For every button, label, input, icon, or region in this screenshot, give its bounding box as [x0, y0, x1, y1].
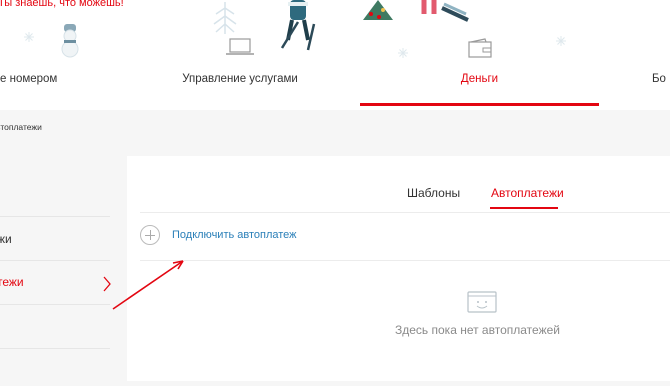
divider [140, 260, 670, 261]
add-autopayment-button[interactable]: Подключить автоплатеж [140, 224, 297, 246]
snowflake-icon [24, 32, 34, 42]
laptop-icon [226, 38, 254, 55]
snowman-icon [61, 24, 79, 58]
chevron-right-icon [103, 276, 111, 292]
header-banner: Ты знаешь, что можешь! е номером Управле… [0, 0, 670, 110]
plus-icon [140, 225, 160, 245]
sidebar-divider [0, 216, 110, 217]
sidebar-divider [0, 260, 110, 261]
autopayments-panel: Шаблоны Автоплатежи Подключить автоплате… [127, 156, 670, 381]
active-tab-indicator [360, 103, 599, 106]
skier-illustration-icon [280, 0, 316, 51]
nav-tab-label: Деньги [460, 73, 499, 85]
breadcrumb[interactable]: втоплатежи [0, 122, 42, 132]
nav-tab-label: Управление услугами [182, 73, 298, 85]
tab-templates[interactable]: Шаблоны [407, 186, 460, 200]
sidebar-item-autopayments[interactable]: тежи [0, 275, 24, 289]
sidebar-divider [0, 304, 110, 305]
wallet-icon [467, 38, 492, 58]
nav-tab-label: е номером [0, 73, 58, 85]
nav-tab-services[interactable]: Управление услугами [160, 38, 320, 100]
sled-illustration-icon [421, 0, 469, 22]
empty-state-text: Здесь пока нет автоплатежей [395, 323, 560, 337]
snowflake-icon [556, 36, 566, 46]
nav-tab-number[interactable]: е номером [0, 60, 80, 100]
tab-autopayments[interactable]: Автоплатежи [491, 186, 564, 200]
add-autopayment-label: Подключить автоплатеж [172, 229, 297, 241]
nav-tab-label: Бо [652, 73, 666, 85]
nav-tab-bonus[interactable]: Бо [652, 60, 670, 100]
nav-tab-money[interactable]: Деньги [360, 38, 599, 100]
sidebar-divider [0, 348, 110, 349]
sidebar-item-payments[interactable]: жи [0, 232, 12, 246]
active-subtab-indicator [490, 207, 558, 209]
divider [140, 212, 670, 213]
empty-card-smile-icon [467, 291, 497, 313]
snowflake-icon [398, 48, 408, 58]
christmas-tree-icon [363, 0, 393, 20]
slogan: Ты знаешь, что можешь! [0, 0, 124, 9]
tree-outline-icon [213, 2, 237, 34]
